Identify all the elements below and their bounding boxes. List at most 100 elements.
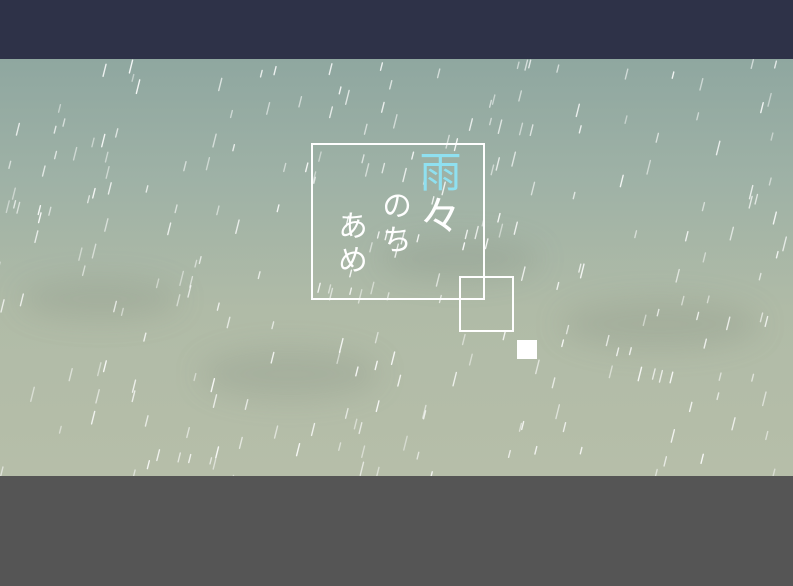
raindrop [528, 59, 532, 69]
raindrop [176, 294, 181, 307]
title-repeat-mark: 々 [413, 194, 462, 238]
raindrop [295, 442, 301, 457]
raindrop [534, 445, 538, 455]
raindrop [102, 360, 107, 373]
raindrop [13, 200, 17, 209]
raindrop [498, 223, 504, 238]
raindrop [374, 331, 379, 344]
raindrop [637, 366, 643, 382]
raindrop [259, 69, 263, 78]
raindrop [81, 265, 86, 277]
raindrop [102, 63, 107, 77]
raindrop [212, 458, 217, 470]
raindrop [646, 159, 652, 175]
raindrop [671, 71, 675, 79]
raindrop [37, 205, 42, 216]
raindrop [283, 162, 287, 173]
raindrop [355, 366, 359, 377]
raindrop [179, 270, 185, 287]
raindrop [358, 422, 363, 435]
raindrop [684, 231, 689, 242]
raindrop [155, 278, 160, 289]
raindrop [651, 368, 656, 380]
raindrop [468, 353, 473, 366]
raindrop [701, 201, 706, 212]
raindrop [210, 377, 216, 393]
raindrop [0, 466, 4, 476]
raindrop [177, 452, 182, 463]
raindrop [758, 272, 762, 281]
raindrop [276, 204, 280, 213]
raindrop [78, 247, 83, 261]
raindrop [58, 425, 62, 434]
raindrop [344, 407, 349, 419]
raindrop [183, 161, 187, 172]
raindrop [642, 314, 647, 327]
raindrop [90, 410, 96, 425]
raindrop [353, 418, 358, 430]
raindrop [186, 426, 190, 439]
raindrop [266, 101, 271, 115]
raindrop [338, 337, 344, 354]
raindrop [716, 392, 720, 401]
raindrop [376, 466, 380, 476]
raindrop [715, 140, 721, 156]
raindrop [502, 331, 506, 341]
raindrop [380, 101, 385, 113]
raindrop [120, 307, 124, 316]
raindrop [760, 102, 764, 114]
raindrop [511, 151, 517, 167]
white-square-icon[interactable] [517, 340, 537, 359]
raindrop [675, 268, 680, 283]
raindrop [696, 112, 700, 121]
raindrop [663, 456, 668, 467]
raindrop [41, 165, 46, 177]
raindrop [128, 59, 134, 74]
raindrop [232, 143, 236, 152]
raindrop [11, 187, 16, 200]
raindrop [562, 421, 567, 433]
raindrop [669, 371, 674, 384]
raindrop [226, 316, 231, 329]
raindrop [374, 360, 378, 371]
raindrop [529, 124, 534, 137]
raindrop [495, 157, 500, 171]
raindrop [750, 59, 755, 69]
raindrop [530, 181, 536, 196]
raindrop [167, 222, 172, 236]
raindrop [304, 162, 309, 173]
raindrop [257, 271, 261, 280]
raindrop [520, 420, 525, 431]
raindrop [605, 334, 610, 347]
raindrop [216, 302, 220, 311]
raindrop [775, 250, 779, 259]
raindrop [556, 281, 560, 291]
top-bar [0, 0, 793, 59]
raindrop [30, 386, 35, 402]
raindrop [731, 417, 736, 431]
raindrop [193, 372, 197, 382]
raindrop [754, 193, 759, 205]
raindrop [491, 94, 496, 105]
raindrop [328, 63, 333, 76]
raindrop [0, 299, 5, 313]
raindrop [772, 468, 776, 476]
raindrop [363, 123, 368, 135]
raindrop [244, 398, 249, 411]
raindrop [702, 252, 707, 263]
raindrop [768, 177, 772, 186]
raindrop [751, 373, 755, 382]
raindrop [561, 339, 565, 348]
raindrop [48, 206, 52, 216]
raindrop [361, 445, 366, 459]
raindrop [143, 332, 147, 342]
raindrop [156, 449, 161, 462]
raindrop [761, 391, 767, 407]
raindrop [146, 460, 151, 470]
raindrop [490, 164, 495, 176]
raindrop [656, 308, 660, 317]
raindrop [634, 230, 638, 239]
raindrop [145, 185, 149, 193]
raindrop [555, 404, 561, 420]
raindrop [72, 146, 78, 161]
